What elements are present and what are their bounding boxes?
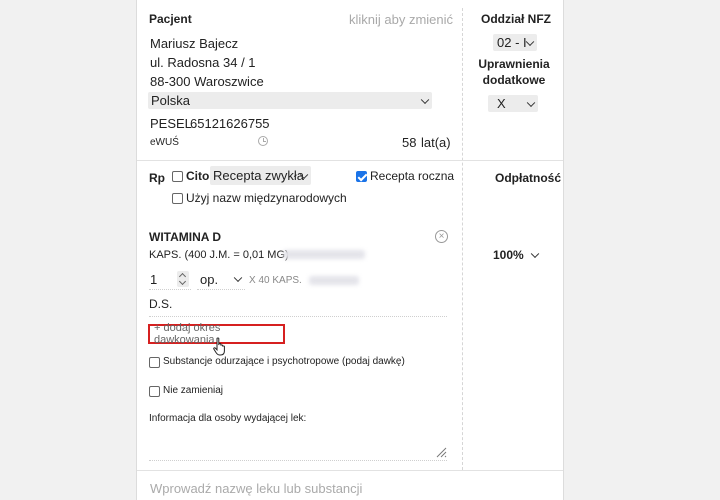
quantity-stepper[interactable] xyxy=(177,271,189,287)
ds-input-underline[interactable] xyxy=(149,316,447,317)
unit-select[interactable]: op. xyxy=(197,270,245,288)
cito-checkbox[interactable] xyxy=(172,171,183,182)
clock-icon[interactable] xyxy=(258,136,268,146)
annual-prescription-label: Recepta roczna xyxy=(370,169,455,183)
drug-form: KAPS. (400 J.M. = 0,01 MG) xyxy=(149,249,289,261)
patient-name: Mariusz Bajecz xyxy=(150,36,239,51)
patient-age-value: 58 xyxy=(402,135,417,150)
chevron-down-icon xyxy=(530,249,540,259)
intl-names-label: Użyj nazw międzynarodowych xyxy=(186,191,347,205)
payment-value: 100% xyxy=(493,248,524,262)
extra-rights-select[interactable]: X xyxy=(488,95,538,112)
narcotic-substances-checkbox[interactable] xyxy=(149,357,160,368)
extra-rights-heading: Uprawnienia dodatkowe xyxy=(478,57,550,87)
change-patient-link[interactable]: kliknij aby zmienić xyxy=(349,12,453,27)
resize-handle-icon[interactable] xyxy=(435,446,447,458)
payment-heading: Odpłatność xyxy=(495,171,562,185)
nfz-branch-value: 02 - I xyxy=(497,35,527,50)
patient-heading: Pacjent xyxy=(149,12,192,26)
narcotic-substances-label: Substancje odurzające i psychotropowe (p… xyxy=(163,356,405,367)
chevron-down-icon xyxy=(526,98,536,107)
no-substitute-checkbox[interactable] xyxy=(149,386,160,397)
close-icon[interactable]: × xyxy=(435,230,448,243)
prescription-form: Pacjent kliknij aby zmienić Mariusz Baje… xyxy=(136,0,564,500)
unit-underline xyxy=(197,289,245,290)
no-substitute-label: Nie zamieniaj xyxy=(163,385,224,396)
quantity-underline xyxy=(149,289,191,290)
drug-search-input[interactable]: Wprowadź nazwę leku lub substancji xyxy=(150,481,362,496)
unit-value: op. xyxy=(200,271,219,287)
pack-info: X 40 KAPS. xyxy=(249,275,302,286)
cito-label: Cito xyxy=(186,169,210,183)
nfz-branch-heading: Oddział NFZ xyxy=(481,12,551,26)
payment-select[interactable]: 100% xyxy=(490,246,542,264)
dispenser-info-label: Informacja dla osoby wydającej lek: xyxy=(149,413,307,424)
section-divider xyxy=(137,160,563,161)
patient-city: 88-300 Waroszwice xyxy=(150,74,264,89)
redacted-text xyxy=(309,276,359,285)
drug-name: WITAMINA D xyxy=(149,230,221,244)
pesel-label: PESEL xyxy=(150,116,192,131)
patient-age-unit: lat(a) xyxy=(421,135,451,150)
column-divider xyxy=(462,8,463,470)
pesel-value: 65121626755 xyxy=(190,116,270,131)
annual-prescription-checkbox[interactable] xyxy=(356,171,367,182)
ds-label: D.S. xyxy=(149,297,173,311)
nfz-branch-select[interactable]: 02 - I xyxy=(493,34,537,51)
ewus-label: eWUŚ xyxy=(150,137,179,148)
intl-names-checkbox[interactable] xyxy=(172,193,183,204)
prescription-type-select[interactable]: Recepta zwykła xyxy=(210,166,311,185)
chevron-down-icon xyxy=(420,95,430,104)
patient-street: ul. Radosna 34 / 1 xyxy=(150,55,256,70)
extra-rights-value: X xyxy=(497,96,506,111)
country-select[interactable]: Polska xyxy=(148,92,432,109)
redacted-text xyxy=(283,250,365,259)
prescription-type-value: Recepta zwykła xyxy=(213,168,305,183)
section-divider xyxy=(137,470,563,471)
hand-cursor-icon xyxy=(213,337,225,356)
rp-label: Rp xyxy=(149,171,165,185)
quantity-value[interactable]: 1 xyxy=(150,272,157,287)
country-select-value: Polska xyxy=(151,93,191,108)
dispenser-info-underline xyxy=(149,460,447,461)
chevron-down-icon xyxy=(525,37,535,46)
chevron-down-icon xyxy=(233,273,243,283)
